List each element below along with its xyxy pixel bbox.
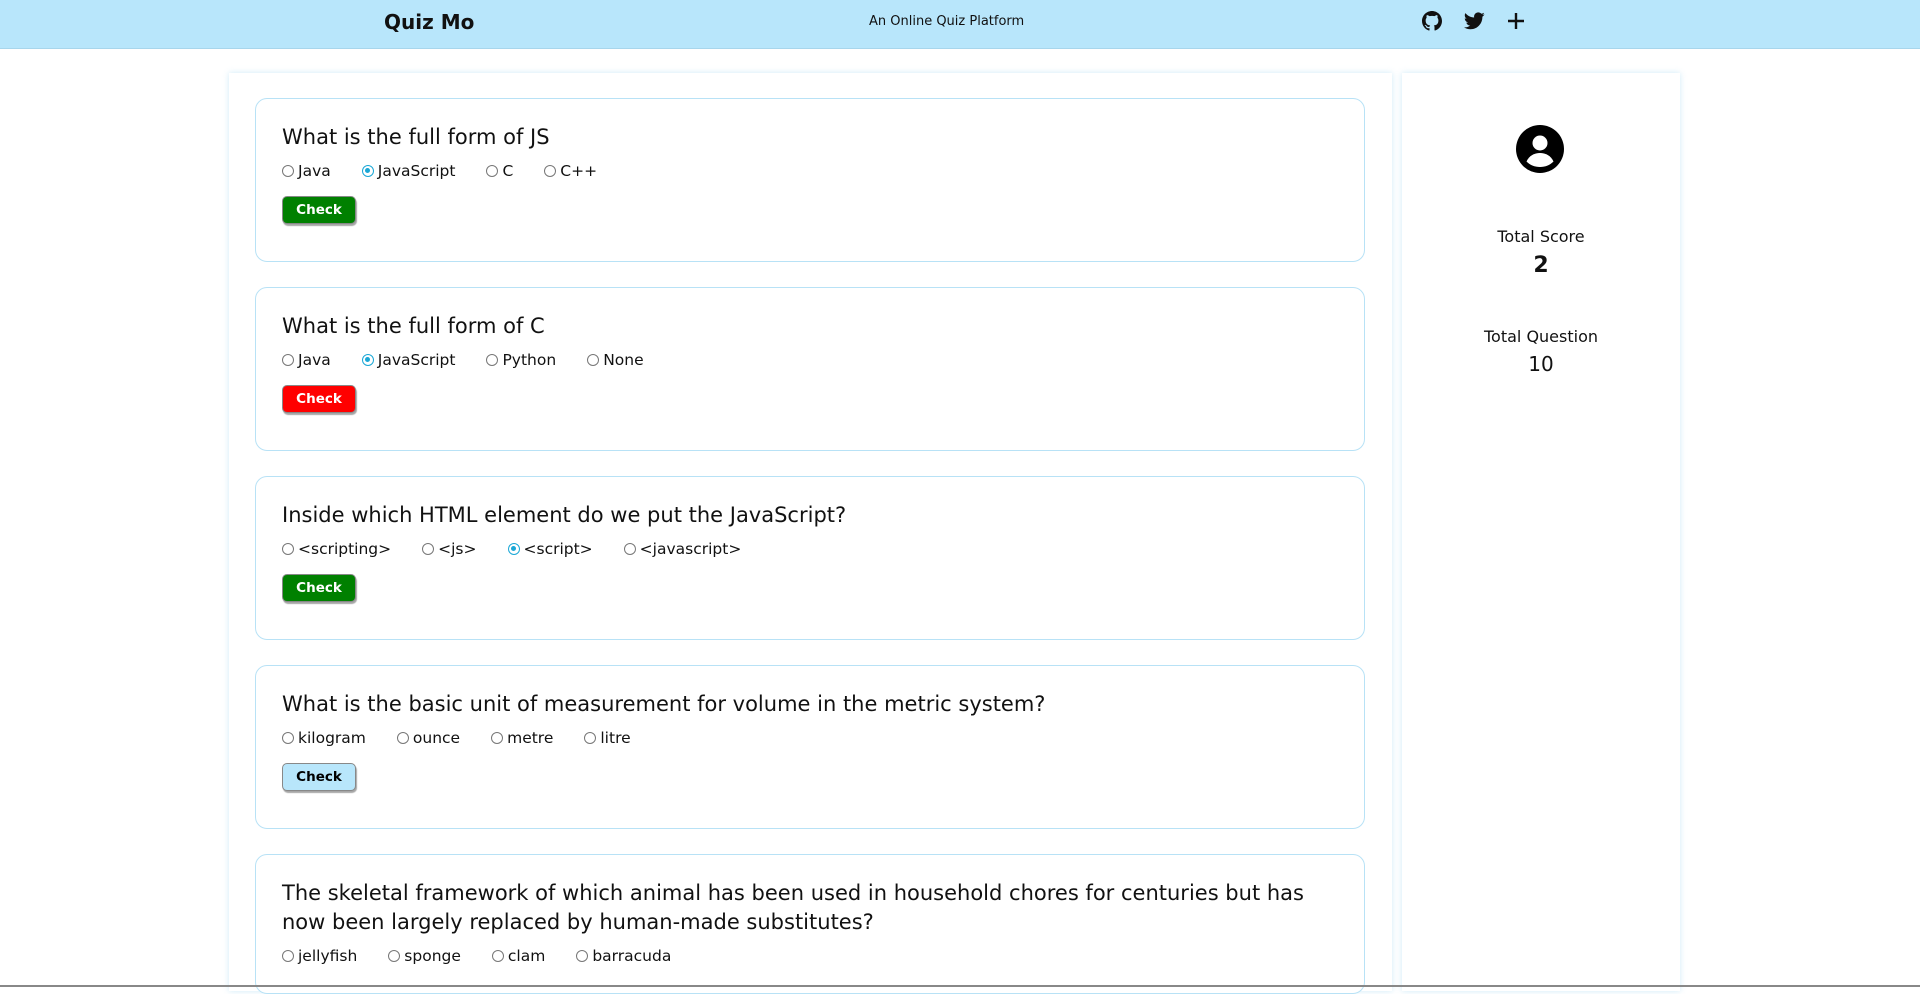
options-group: kilogram ounce metre litre xyxy=(282,729,1338,747)
option-radio[interactable]: JavaScript xyxy=(361,351,456,369)
options-group: <scripting> <js> <script> <javascript> xyxy=(282,540,1338,558)
check-button[interactable]: Check xyxy=(282,574,356,602)
radio-button[interactable] xyxy=(584,732,597,744)
radio-button[interactable] xyxy=(491,950,504,962)
radio-button-selected[interactable] xyxy=(507,543,520,555)
option-label: None xyxy=(603,351,644,369)
option-label: <javascript> xyxy=(639,540,742,558)
option-label: jellyfish xyxy=(298,947,358,965)
radio-button[interactable] xyxy=(486,354,499,366)
option-radio[interactable]: litre xyxy=(584,729,631,747)
option-radio[interactable]: Java xyxy=(282,162,331,180)
radio-button[interactable] xyxy=(422,543,435,555)
option-label: Java xyxy=(298,162,331,180)
option-label: <scripting> xyxy=(298,540,392,558)
check-button[interactable]: Check xyxy=(282,763,356,791)
radio-button[interactable] xyxy=(396,732,409,744)
total-question-value: 10 xyxy=(1528,352,1554,376)
radio-button[interactable] xyxy=(623,543,636,555)
option-label: sponge xyxy=(404,947,461,965)
radio-button-selected[interactable] xyxy=(361,354,374,366)
radio-button[interactable] xyxy=(282,543,294,555)
option-radio[interactable]: sponge xyxy=(388,947,461,965)
option-radio[interactable]: <javascript> xyxy=(623,540,742,558)
option-radio[interactable]: Python xyxy=(486,351,556,369)
option-radio[interactable]: JavaScript xyxy=(361,162,456,180)
tagline: An Online Quiz Platform xyxy=(869,14,1025,29)
radio-button[interactable] xyxy=(486,165,499,177)
option-label: clam xyxy=(507,947,546,965)
options-group: jellyfish sponge clam barracuda xyxy=(282,947,1338,965)
twitter-icon[interactable] xyxy=(1463,10,1485,32)
question-text: Inside which HTML element do we put the … xyxy=(282,503,847,527)
question-card: The skeletal framework of which animal h… xyxy=(255,854,1365,994)
option-label: barracuda xyxy=(592,947,672,965)
top-header: Quiz Mo An Online Quiz Platform xyxy=(0,0,1920,49)
option-label: <script> xyxy=(523,540,593,558)
check-button[interactable]: Check xyxy=(282,196,356,224)
radio-button[interactable] xyxy=(576,950,589,962)
option-radio[interactable]: <js> xyxy=(422,540,477,558)
option-radio[interactable]: ounce xyxy=(396,729,461,747)
option-radio[interactable]: Java xyxy=(282,351,331,369)
option-label: <js> xyxy=(438,540,477,558)
radio-button[interactable] xyxy=(544,165,557,177)
question-text: What is the full form of C xyxy=(282,314,545,338)
question-card: Inside which HTML element do we put the … xyxy=(255,476,1365,640)
question-card: What is the full form of C Java JavaScri… xyxy=(255,287,1365,451)
plus-icon[interactable] xyxy=(1505,10,1527,32)
header-icons xyxy=(1421,10,1527,32)
github-icon[interactable] xyxy=(1421,10,1443,32)
option-radio[interactable]: metre xyxy=(491,729,553,747)
option-radio[interactable]: <scripting> xyxy=(282,540,391,558)
total-score-value: 2 xyxy=(1533,253,1549,278)
window-bottom-edge xyxy=(0,985,1920,987)
options-group: Java JavaScript C C++ xyxy=(282,162,1338,180)
option-radio[interactable]: kilogram xyxy=(282,729,366,747)
question-text: What is the basic unit of measurement fo… xyxy=(282,692,1046,716)
option-label: litre xyxy=(600,729,631,747)
radio-button[interactable] xyxy=(587,354,600,366)
score-sidebar: Total Score 2 Total Question 10 xyxy=(1402,73,1680,991)
option-label: metre xyxy=(507,729,554,747)
question-card: What is the full form of JS Java JavaScr… xyxy=(255,98,1365,262)
option-radio[interactable]: <script> xyxy=(507,540,593,558)
radio-button-selected[interactable] xyxy=(361,165,374,177)
option-radio[interactable]: jellyfish xyxy=(282,947,357,965)
question-text: The skeletal framework of which animal h… xyxy=(282,881,1304,934)
option-radio[interactable]: clam xyxy=(491,947,546,965)
question-card: What is the basic unit of measurement fo… xyxy=(255,665,1365,829)
option-label: kilogram xyxy=(298,729,366,747)
option-label: ounce xyxy=(412,729,461,747)
option-label: Java xyxy=(298,351,331,369)
option-label: Python xyxy=(502,351,557,369)
radio-button[interactable] xyxy=(282,354,294,366)
radio-button[interactable] xyxy=(388,950,401,962)
option-radio[interactable]: C xyxy=(486,162,513,180)
total-score-label: Total Score xyxy=(1497,227,1585,246)
option-label: JavaScript xyxy=(377,351,456,369)
option-label: JavaScript xyxy=(377,162,456,180)
radio-button[interactable] xyxy=(282,950,294,962)
radio-button[interactable] xyxy=(282,732,294,744)
option-radio[interactable]: barracuda xyxy=(576,947,671,965)
option-radio[interactable]: C++ xyxy=(544,162,597,180)
total-question-label: Total Question xyxy=(1483,327,1598,346)
options-group: Java JavaScript Python None xyxy=(282,351,1338,369)
radio-button[interactable] xyxy=(282,165,294,177)
option-label: C++ xyxy=(560,162,598,180)
question-text: What is the full form of JS xyxy=(282,125,550,149)
option-radio[interactable]: None xyxy=(587,351,644,369)
check-button[interactable]: Check xyxy=(282,385,356,413)
user-avatar-icon xyxy=(1516,125,1564,173)
radio-button[interactable] xyxy=(491,732,504,744)
brand-title[interactable]: Quiz Mo xyxy=(384,10,474,34)
option-label: C xyxy=(502,162,514,180)
